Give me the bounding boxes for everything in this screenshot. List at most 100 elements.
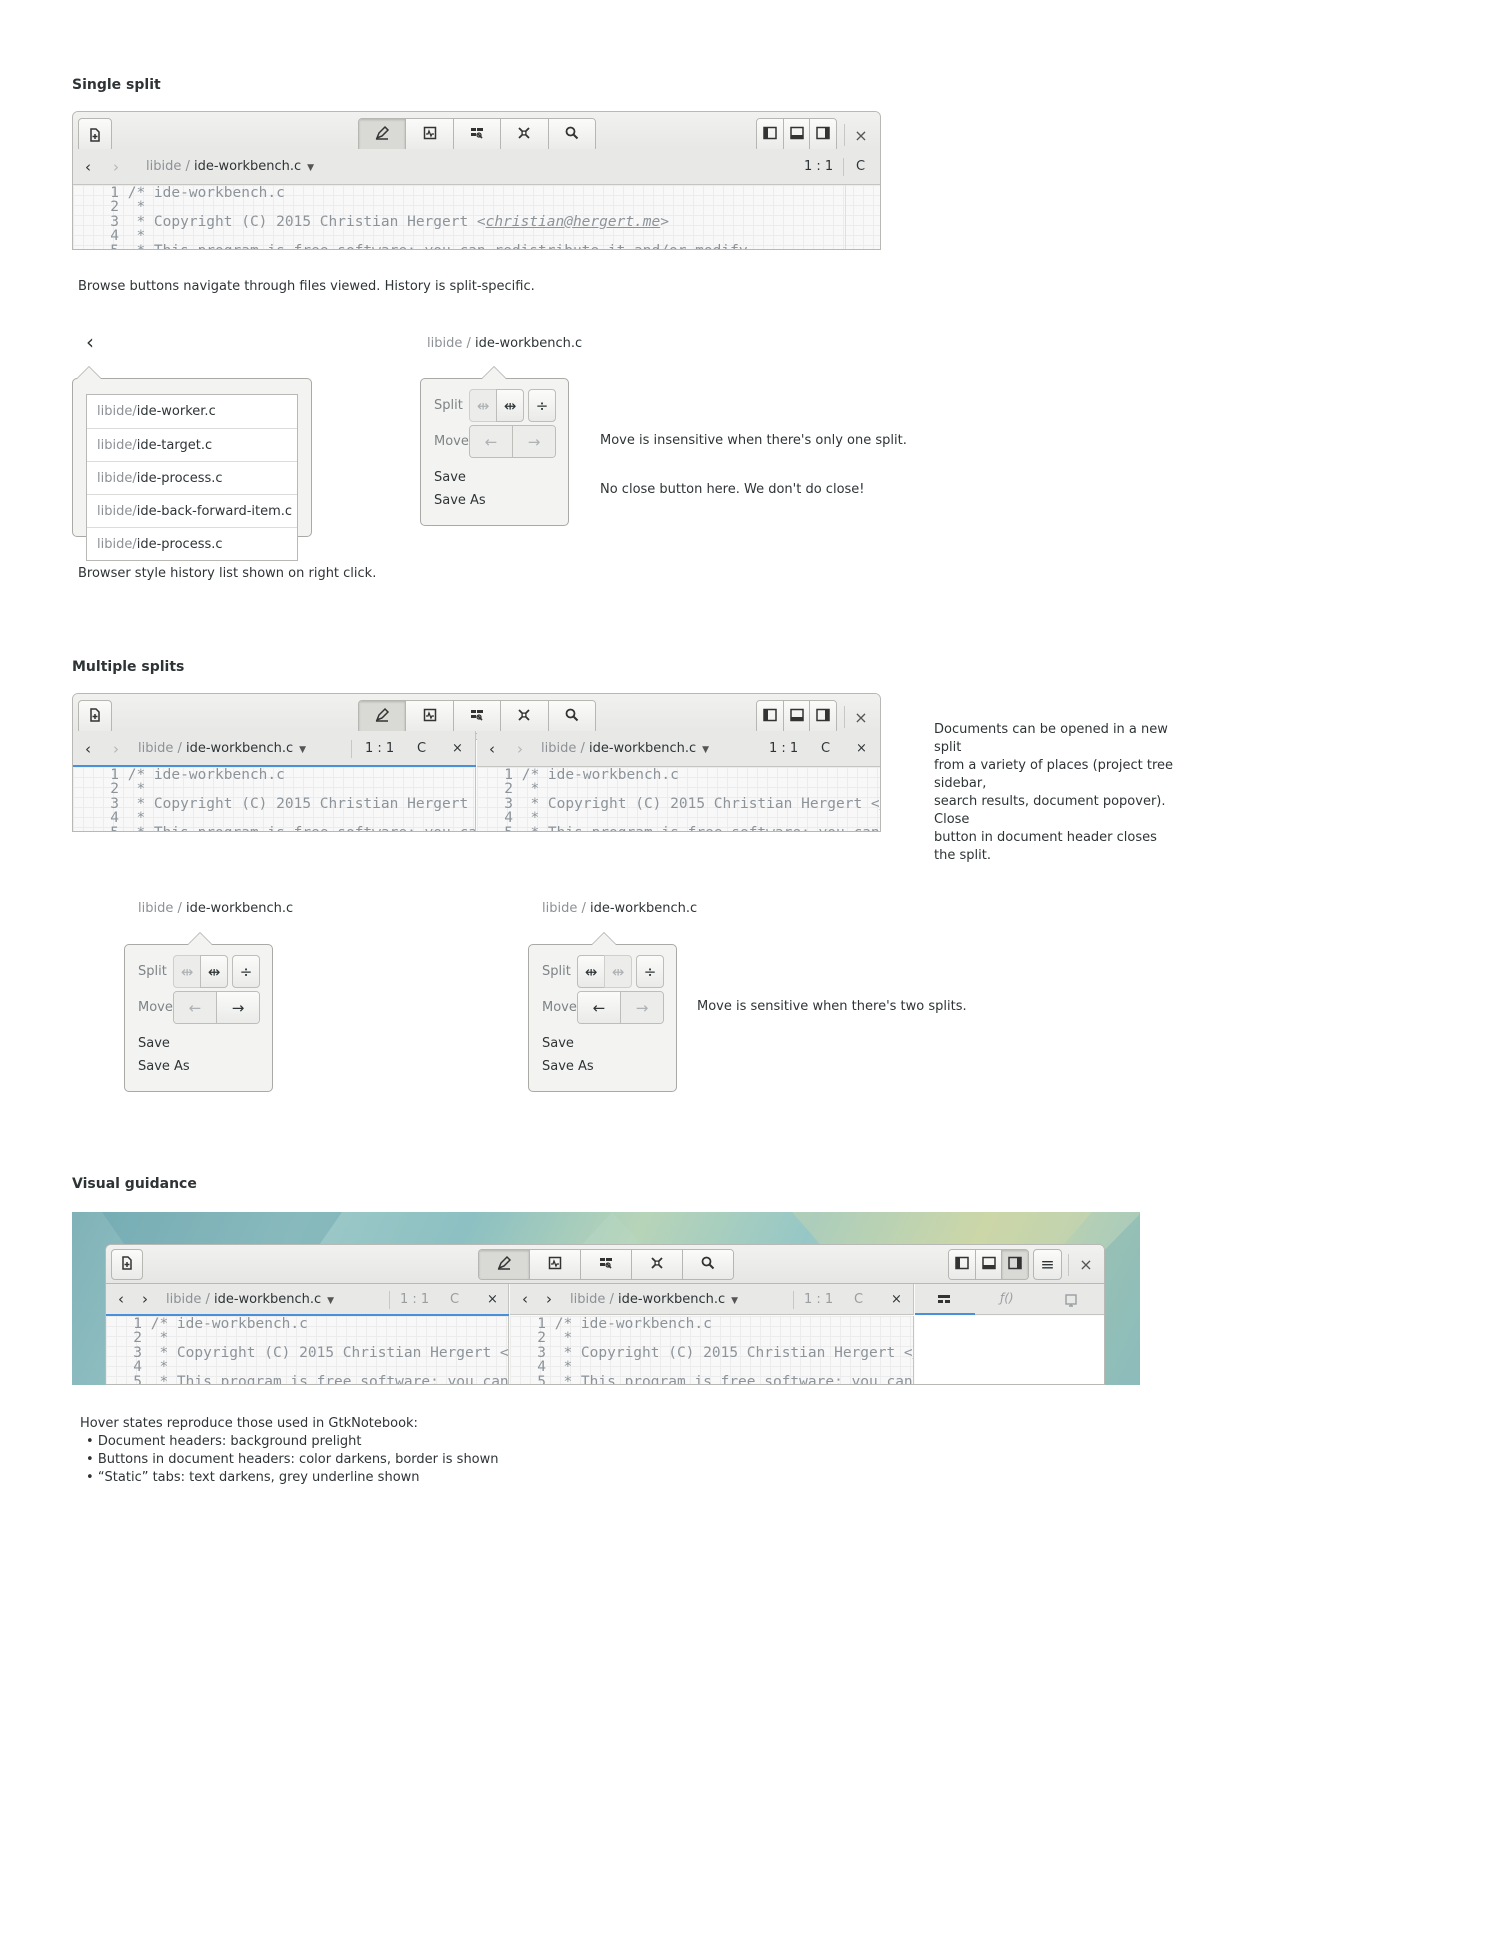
move-right-button[interactable]: → [512,426,555,457]
move-right-button[interactable]: → [216,992,259,1023]
source-editor-right[interactable]: 1 /* ide-workbench.c 2 * 3 * Copyright (… [477,767,880,831]
back-button[interactable]: ‹ [522,1290,528,1308]
split-left-button[interactable]: ⇹ [469,389,497,422]
forward-button[interactable]: › [142,1290,148,1308]
forward-button[interactable]: › [113,740,119,758]
document-title[interactable]: libide / ide-workbench.c [542,901,697,916]
tab-functions[interactable]: ƒ() [1000,1291,1014,1305]
language-button[interactable]: C [417,741,426,756]
profiler-perspective-button[interactable] [452,119,501,151]
cursor-position[interactable]: 1 : 1 [804,159,833,174]
window-close-button[interactable]: × [848,704,874,730]
split-right-button[interactable]: ⇹ [496,389,524,422]
source-editor[interactable]: 1 /* ide-workbench.c 2 * 3 * Copyright (… [73,185,880,249]
forward-button[interactable]: › [517,740,523,758]
move-right-button[interactable]: → [620,992,663,1023]
bottom-panel-toggle[interactable] [782,119,810,151]
build-perspective-button[interactable] [529,1250,580,1279]
editor-perspective-button[interactable] [359,701,406,733]
email-link[interactable]: christian@hergert.me [486,214,661,230]
save-menu-item[interactable]: Save [542,1036,574,1051]
preferences-perspective-button[interactable] [631,1250,682,1279]
source-editor-right[interactable]: 1 /* ide-workbench.c 2 * 3 * Copyright (… [510,1316,914,1384]
list-item[interactable]: libide / ide-process.c [87,527,297,560]
document-title[interactable]: libide / ide-workbench.c [427,336,582,351]
source-editor-left[interactable]: 1 /* ide-workbench.c 2 * 3 * Copyright (… [73,767,476,831]
document-title[interactable]: libide / ide-workbench.c ▼ [146,159,314,174]
save-as-menu-item[interactable]: Save As [138,1059,190,1074]
cursor-position[interactable]: 1 : 1 [804,1292,833,1307]
new-document-button[interactable] [111,1249,143,1280]
move-left-button[interactable]: ← [470,426,512,457]
window-close-button[interactable]: × [848,122,874,148]
document-title[interactable]: libide / ide-workbench.c [138,901,293,916]
close-split-button[interactable]: × [452,741,463,756]
save-as-menu-item[interactable]: Save As [434,493,486,508]
back-button[interactable]: ‹ [85,158,91,176]
cursor-position[interactable]: 1 : 1 [365,741,394,756]
editor-perspective-button[interactable] [479,1250,529,1279]
language-button[interactable]: C [450,1292,459,1307]
source-editor-left[interactable]: 1 /* ide-workbench.c 2 * 3 * Copyright (… [106,1316,509,1384]
list-item[interactable]: libide / ide-process.c [87,461,297,494]
back-button[interactable]: ‹ [489,740,495,758]
editor-perspective-button[interactable] [359,119,406,151]
split-down-button[interactable]: ÷ [232,955,260,988]
document-title[interactable]: libide / ide-workbench.c ▼ [570,1292,738,1307]
forward-button[interactable]: › [546,1290,552,1308]
split-right-button[interactable]: ⇹ [200,955,228,988]
document-title[interactable]: libide / ide-workbench.c ▼ [166,1292,334,1307]
preferences-perspective-button[interactable] [500,701,548,733]
window-close-button[interactable]: × [1073,1251,1099,1277]
search-button[interactable] [682,1250,733,1279]
back-button[interactable]: ‹ [118,1290,124,1308]
back-button[interactable]: ‹ [85,740,91,758]
save-menu-item[interactable]: Save [138,1036,170,1051]
list-item[interactable]: libide / ide-target.c [87,428,297,461]
search-button[interactable] [547,701,595,733]
move-left-button[interactable]: ← [174,992,216,1023]
list-item[interactable]: libide / ide-back-forward-item.c [87,494,297,527]
document-header[interactable]: ‹ › libide / ide-workbench.c ▼ 1 : 1 C [73,149,880,185]
cursor-position[interactable]: 1 : 1 [400,1292,429,1307]
new-document-button[interactable] [78,700,112,734]
right-panel-toggle[interactable] [1001,1250,1028,1279]
cursor-position[interactable]: 1 : 1 [769,741,798,756]
profiler-perspective-button[interactable] [452,701,501,733]
split-left-button[interactable]: ⇹ [577,955,605,988]
forward-button[interactable]: › [113,158,119,176]
document-header-left[interactable]: ‹ › libide / ide-workbench.c ▼ 1 : 1 C × [73,731,476,767]
profiler-perspective-button[interactable] [580,1250,631,1279]
bottom-panel-toggle[interactable] [974,1250,1002,1279]
bottom-panel-toggle[interactable] [782,701,810,733]
save-as-menu-item[interactable]: Save As [542,1059,594,1074]
tab-symbols[interactable] [937,1292,951,1311]
list-item[interactable]: libide / ide-worker.c [87,395,297,428]
move-left-button[interactable]: ← [578,992,620,1023]
close-split-button[interactable]: × [891,1292,902,1307]
document-header-left[interactable]: ‹ › libide / ide-workbench.c ▼ 1 : 1 C × [106,1284,509,1315]
document-header-right[interactable]: ‹ › libide / ide-workbench.c ▼ 1 : 1 C × [477,731,880,767]
preferences-perspective-button[interactable] [500,119,548,151]
language-button[interactable]: C [856,159,865,174]
document-title[interactable]: libide / ide-workbench.c ▼ [541,741,709,756]
build-perspective-button[interactable] [405,701,453,733]
close-split-button[interactable]: × [487,1292,498,1307]
language-button[interactable]: C [854,1292,863,1307]
split-right-button[interactable]: ⇹ [604,955,632,988]
search-button[interactable] [547,119,595,151]
document-title[interactable]: libide / ide-workbench.c ▼ [138,741,306,756]
back-button[interactable]: ‹ [86,330,94,354]
split-down-button[interactable]: ÷ [528,389,556,422]
menu-button[interactable]: ≡ [1033,1249,1062,1280]
save-menu-item[interactable]: Save [434,470,466,485]
left-panel-toggle[interactable] [757,701,783,733]
right-panel-toggle[interactable] [809,119,836,151]
build-perspective-button[interactable] [405,119,453,151]
right-panel-toggle[interactable] [809,701,836,733]
language-button[interactable]: C [821,741,830,756]
close-split-button[interactable]: × [856,741,867,756]
left-panel-toggle[interactable] [949,1250,975,1279]
new-document-button[interactable] [78,118,112,152]
tab-documentation[interactable] [1064,1292,1078,1311]
